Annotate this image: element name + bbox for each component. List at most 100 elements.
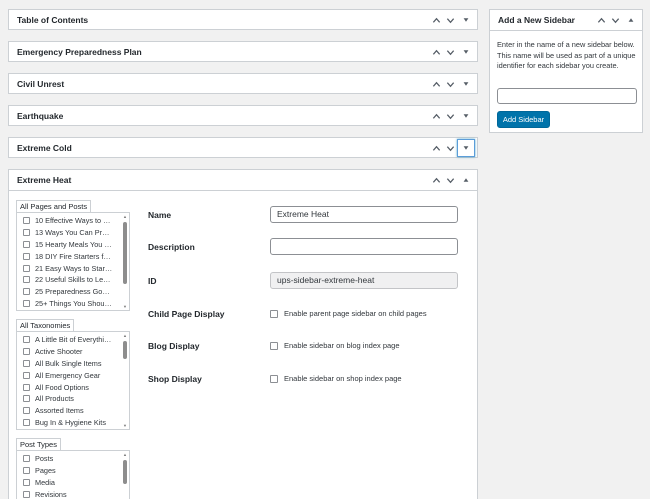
list-item[interactable]: Revisions [17,488,129,499]
list-item[interactable]: A Little Bit of Everythi… [17,334,129,346]
scroll-up-icon[interactable]: ▲ [122,333,128,338]
child-page-display-option[interactable]: Enable parent page sidebar on child page… [270,309,427,318]
move-down-button[interactable] [443,138,457,158]
toggle-panel-button[interactable] [457,139,475,157]
list-item[interactable]: Posts [17,453,129,465]
item-checkbox[interactable] [23,418,30,426]
list-item[interactable]: All Food Options [17,381,129,393]
move-down-button[interactable] [443,42,457,62]
list-item[interactable]: Assorted Items [17,405,129,417]
listbox-body[interactable]: Posts Pages Media Revisions ▲ [16,450,130,499]
toggle-panel-button[interactable] [457,74,475,94]
item-label: A Little Bit of Everythi… [35,335,112,345]
item-checkbox[interactable] [23,229,30,237]
listbox-taxonomies: All Taxonomies A Little Bit of Everythi…… [16,319,130,430]
scroll-thumb[interactable] [123,341,127,359]
list-item[interactable]: 18 DIY Fire Starters fo… [17,250,129,262]
toggle-panel-button[interactable] [457,42,475,62]
child-page-checkbox[interactable] [270,309,278,318]
item-checkbox[interactable] [23,276,30,284]
chevron-down-icon [446,145,454,151]
item-checkbox[interactable] [23,348,30,356]
move-up-button[interactable] [594,10,608,30]
chevron-down-icon [446,113,454,119]
move-down-button[interactable] [443,106,457,126]
move-up-button[interactable] [429,170,443,190]
move-up-button[interactable] [429,106,443,126]
list-item[interactable]: Active Shooter [17,346,129,358]
item-checkbox[interactable] [23,407,30,415]
add-sidebar-button[interactable]: Add Sidebar [497,111,550,128]
listbox-body[interactable]: A Little Bit of Everythi… Active Shooter A… [16,331,130,430]
item-checkbox[interactable] [23,395,30,403]
blog-display-option[interactable]: Enable sidebar on blog index page [270,341,400,350]
toggle-panel-button[interactable] [457,10,475,30]
list-item[interactable]: All Emergency Gear [17,369,129,381]
move-up-button[interactable] [429,74,443,94]
shop-checkbox[interactable] [270,374,278,383]
list-item[interactable]: All Bulk Single Items [17,358,129,370]
item-checkbox[interactable] [23,217,30,225]
shop-display-option[interactable]: Enable sidebar on shop index page [270,374,402,383]
scrollbar[interactable]: ▲ [122,452,128,499]
listbox-body[interactable]: 10 Effective Ways to … 13 Ways You Can Pr… [16,212,130,311]
sidebar-panel[interactable]: Table of Contents [8,9,478,30]
sidebar-panel[interactable]: Earthquake [8,105,478,126]
list-item[interactable]: 21 Easy Ways to Start… [17,262,129,274]
item-checkbox[interactable] [23,478,30,486]
item-checkbox[interactable] [23,455,30,463]
item-checkbox[interactable] [23,336,30,344]
item-checkbox[interactable] [23,371,30,379]
move-up-button[interactable] [429,10,443,30]
list-item[interactable]: 10 Effective Ways to … [17,215,129,227]
scroll-down-icon[interactable]: ▼ [122,304,128,309]
list-item[interactable]: 25+ Things You Shoul… [17,298,129,310]
move-down-button[interactable] [443,170,457,190]
new-sidebar-name-input[interactable] [497,88,637,104]
scrollbar[interactable]: ▲ ▼ [122,214,128,309]
list-item[interactable]: Pages [17,465,129,477]
name-input[interactable]: Extreme Heat [270,206,458,223]
item-checkbox[interactable] [23,299,30,307]
toggle-panel-button[interactable] [457,170,475,190]
item-checkbox[interactable] [23,252,30,260]
move-down-button[interactable] [608,10,622,30]
widget-header[interactable]: Add a New Sidebar [490,10,642,31]
scroll-up-icon[interactable]: ▲ [122,452,128,457]
scroll-down-icon[interactable]: ▼ [122,423,128,428]
list-item[interactable]: Media [17,477,129,489]
list-item[interactable]: Bug In & Hygiene Kits [17,417,129,429]
item-checkbox[interactable] [23,383,30,391]
item-checkbox[interactable] [23,240,30,248]
item-checkbox[interactable] [23,359,30,367]
item-checkbox[interactable] [23,264,30,272]
scroll-up-icon[interactable]: ▲ [122,214,128,219]
description-input[interactable] [270,238,458,255]
list-item[interactable]: 25 Preparedness Goa… [17,286,129,298]
blog-option-label: Enable sidebar on blog index page [284,341,400,350]
sidebar-panel[interactable]: Extreme Cold [8,137,478,158]
list-item[interactable]: All Products [17,393,129,405]
item-checkbox[interactable] [23,467,30,475]
move-down-button[interactable] [443,10,457,30]
triangle-down-icon [463,50,469,54]
blog-checkbox[interactable] [270,341,278,350]
toggle-panel-button[interactable] [622,10,640,30]
scroll-thumb[interactable] [123,222,127,284]
panel-header[interactable]: Extreme Heat [9,170,477,191]
move-up-button[interactable] [429,42,443,62]
sidebar-panel[interactable]: Emergency Preparedness Plan [8,41,478,62]
move-up-button[interactable] [429,138,443,158]
scrollbar[interactable]: ▲ ▼ [122,333,128,428]
sidebar-panel[interactable]: Civil Unrest [8,73,478,94]
list-item[interactable]: 22 Useful Skills to Le… [17,274,129,286]
toggle-panel-button[interactable] [457,106,475,126]
scroll-thumb[interactable] [123,460,127,484]
chevron-down-icon [446,17,454,23]
list-item[interactable]: 15 Hearty Meals You … [17,239,129,251]
triangle-down-icon [463,82,469,86]
item-checkbox[interactable] [23,490,30,498]
item-checkbox[interactable] [23,288,30,296]
list-item[interactable]: 13 Ways You Can Pre… [17,227,129,239]
move-down-button[interactable] [443,74,457,94]
